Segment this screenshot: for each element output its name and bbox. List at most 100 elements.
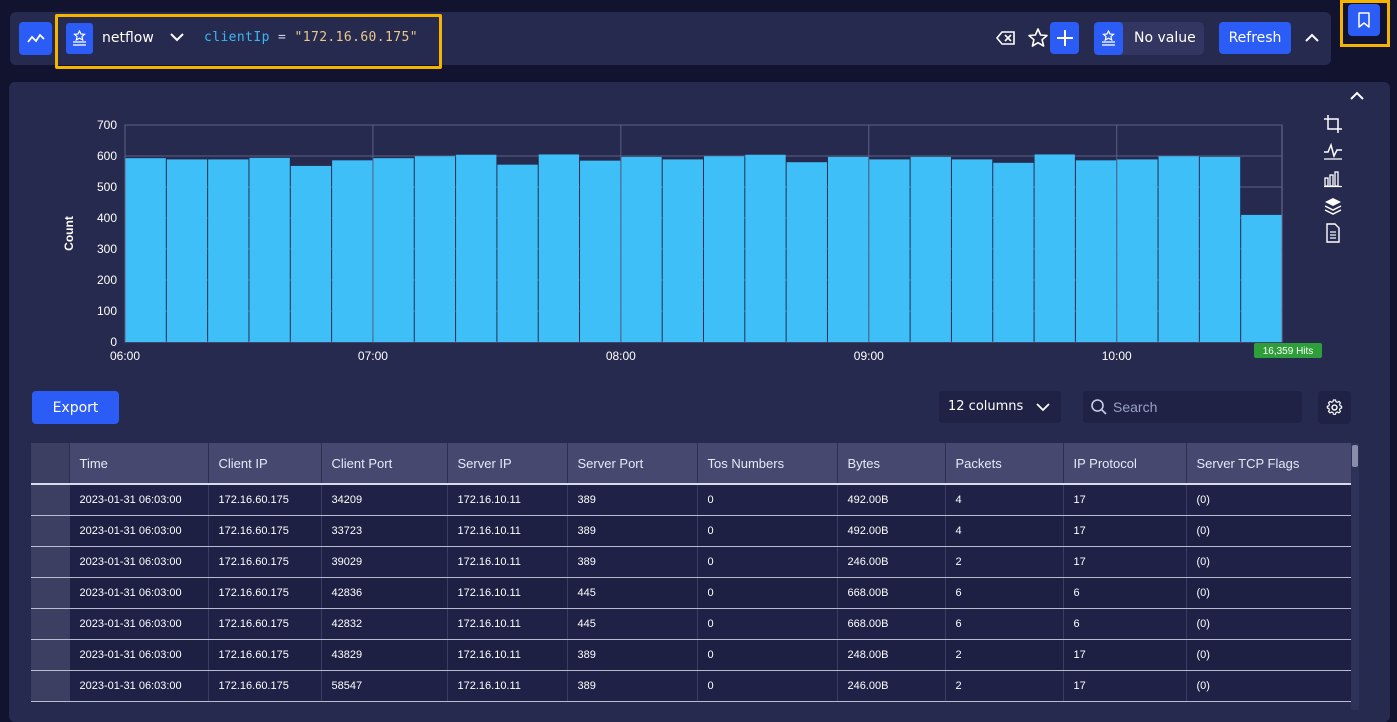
histogram-bar[interactable]	[332, 160, 373, 342]
x-tick-label: 06:00	[110, 349, 140, 363]
table-row[interactable]: 2023-01-31 06:03:00 172.16.60.175 42836 172…	[31, 577, 1351, 609]
column-header[interactable]: Server TCP Flags	[1186, 443, 1351, 485]
x-tick-label: 10:00	[1102, 349, 1132, 363]
histogram-bar[interactable]	[456, 154, 497, 342]
histogram-bar[interactable]	[1075, 160, 1117, 342]
column-header[interactable]: Packets	[945, 443, 1064, 485]
gear-icon	[1326, 399, 1343, 415]
row-select-cell[interactable]	[31, 515, 70, 547]
x-tick-label: 07:00	[358, 349, 388, 363]
crop-icon[interactable]	[1323, 114, 1343, 134]
column-header[interactable]: Client IP	[208, 443, 322, 485]
histogram-bar[interactable]	[290, 165, 332, 342]
x-tick-label: 09:00	[854, 349, 884, 363]
table-cell: 172.16.10.11	[447, 484, 568, 516]
y-tick-label: 500	[97, 180, 117, 194]
column-header[interactable]: Client Port	[321, 443, 448, 485]
histogram-bar[interactable]	[662, 159, 703, 342]
table-cell: 246.00B	[837, 546, 946, 578]
column-header[interactable]: Time	[69, 443, 209, 485]
line-chart-icon[interactable]	[1323, 141, 1343, 161]
histogram-bar[interactable]	[786, 162, 827, 342]
histogram-bar[interactable]	[827, 156, 869, 342]
column-header[interactable]: Tos Numbers	[697, 443, 838, 485]
histogram-bar[interactable]	[1034, 154, 1075, 342]
row-select-cell[interactable]	[31, 577, 70, 609]
table-row[interactable]: 2023-01-31 06:03:00 172.16.60.175 58547 172…	[31, 670, 1351, 702]
histogram-bar[interactable]	[1117, 159, 1158, 342]
hits-count: 16,359 Hits	[1263, 346, 1314, 357]
column-header[interactable]: Bytes	[837, 443, 946, 485]
histogram-chart: 0 100 200 300 400 500 600 700 06:00 07:00 08:00 09:…	[62, 118, 1322, 363]
histogram-bar[interactable]	[580, 160, 621, 342]
column-header[interactable]: Server Port	[567, 443, 698, 485]
histogram-bar[interactable]	[1158, 156, 1199, 342]
table-scrollbar[interactable]	[1351, 443, 1359, 710]
table-cell: 389	[567, 639, 698, 671]
histogram-bar[interactable]	[125, 158, 166, 342]
row-select-cell[interactable]	[31, 608, 70, 640]
table-cell: 2	[945, 546, 1064, 578]
histogram-bar[interactable]	[704, 156, 745, 342]
table-row[interactable]: 2023-01-31 06:03:00 172.16.60.175 43829 172…	[31, 639, 1351, 671]
table-settings-button[interactable]	[1318, 391, 1351, 424]
histogram-bar[interactable]	[1199, 156, 1241, 342]
histogram-bar[interactable]	[373, 158, 414, 342]
layers-icon[interactable]	[1323, 196, 1343, 216]
histogram-bar[interactable]	[869, 159, 910, 342]
table-cell: 2023-01-31 06:03:00	[69, 670, 209, 702]
histogram-bar[interactable]	[166, 159, 208, 342]
table-row[interactable]: 2023-01-31 06:03:00 172.16.60.175 33723 172…	[31, 515, 1351, 547]
histogram-bar[interactable]	[951, 159, 993, 342]
search-input[interactable]	[1113, 391, 1293, 423]
document-icon[interactable]	[1323, 223, 1343, 243]
results-table: Time Client IP Client Port Server IP Server …	[31, 443, 1351, 710]
table-cell: 445	[567, 608, 698, 640]
table-cell: 17	[1063, 670, 1187, 702]
row-select-cell[interactable]	[31, 546, 70, 578]
histogram-bar[interactable]	[621, 156, 662, 342]
histogram-bar[interactable]	[414, 156, 456, 342]
export-button[interactable]: Export	[32, 391, 119, 424]
histogram-bar[interactable]	[208, 159, 249, 342]
chevron-down-icon	[1036, 403, 1050, 412]
histogram-bar[interactable]	[993, 162, 1034, 342]
table-row[interactable]: 2023-01-31 06:03:00 172.16.60.175 39029 172…	[31, 546, 1351, 578]
histogram-bar[interactable]	[745, 154, 786, 342]
table-cell: 172.16.60.175	[208, 546, 322, 578]
histogram-bar[interactable]	[910, 156, 951, 342]
histogram-bar[interactable]	[538, 154, 580, 342]
histogram-bar[interactable]	[497, 164, 538, 342]
y-tick-label: 0	[110, 335, 117, 349]
table-cell: 42832	[321, 608, 448, 640]
column-header[interactable]: IP Protocol	[1063, 443, 1187, 485]
row-select-header[interactable]	[31, 443, 70, 485]
row-select-cell[interactable]	[31, 639, 70, 671]
row-select-cell[interactable]	[31, 484, 70, 516]
histogram-bar[interactable]	[1241, 214, 1282, 342]
table-cell: 42836	[321, 577, 448, 609]
table-cell: 33723	[321, 515, 448, 547]
column-header[interactable]: Server IP	[447, 443, 568, 485]
table-cell: 172.16.60.175	[208, 577, 322, 609]
y-tick-label: 400	[97, 211, 117, 225]
search-box	[1083, 391, 1302, 423]
table-cell: 172.16.60.175	[208, 670, 322, 702]
table-row[interactable]: 2023-01-31 06:03:00 172.16.60.175 42832 172…	[31, 608, 1351, 640]
table-cell: 2	[945, 639, 1064, 671]
row-select-cell[interactable]	[31, 670, 70, 702]
table-cell: 39029	[321, 546, 448, 578]
histogram-bar[interactable]	[249, 157, 290, 342]
table-cell: 2023-01-31 06:03:00	[69, 639, 209, 671]
table-cell: 0	[697, 484, 838, 516]
x-tick-label: 08:00	[606, 349, 636, 363]
y-axis-label: Count	[62, 216, 76, 251]
table-cell: 668.00B	[837, 577, 946, 609]
table-cell: 34209	[321, 484, 448, 516]
table-row[interactable]: 2023-01-31 06:03:00 172.16.60.175 34209 172…	[31, 484, 1351, 516]
bar-chart-icon[interactable]	[1323, 168, 1343, 188]
columns-select[interactable]: 12 columns	[939, 391, 1061, 423]
table-cell: 6	[1063, 577, 1187, 609]
scrollbar-thumb[interactable]	[1352, 445, 1358, 467]
table-cell: (0)	[1186, 670, 1351, 702]
